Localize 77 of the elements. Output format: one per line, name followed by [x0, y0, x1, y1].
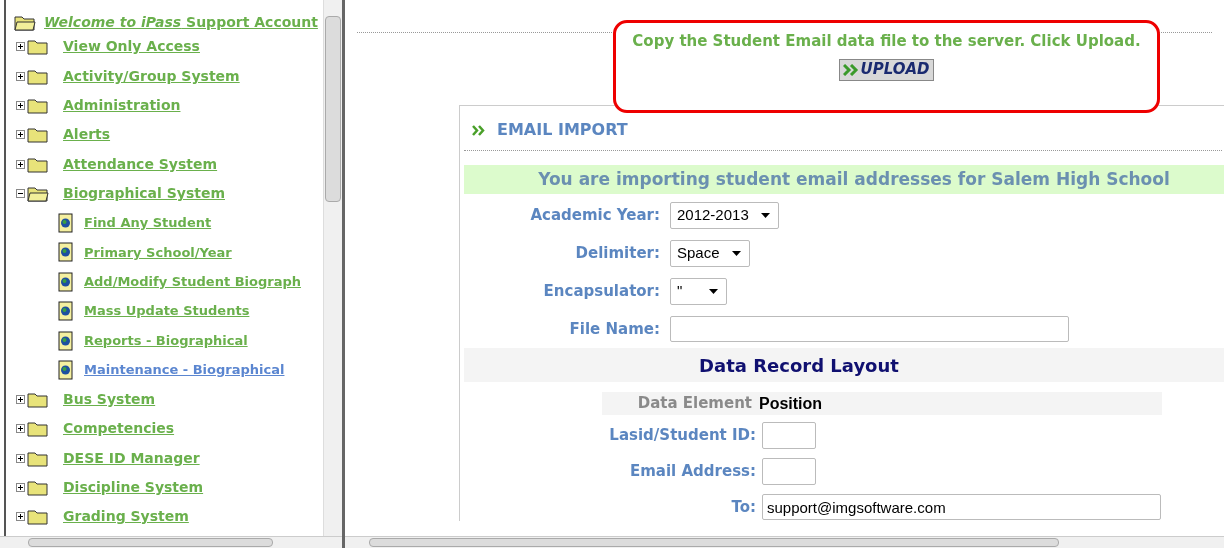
horizontal-scrollbar[interactable] [345, 536, 1224, 548]
vertical-scrollbar[interactable] [323, 0, 342, 536]
expand-icon[interactable] [16, 71, 25, 81]
file-name-field[interactable] [670, 316, 1069, 342]
collapse-icon[interactable] [16, 189, 25, 199]
folder-icon [27, 420, 49, 438]
expand-icon[interactable] [16, 130, 25, 140]
tree-folder-link[interactable]: Activity/Group System [63, 65, 240, 87]
expand-icon[interactable] [16, 100, 25, 110]
form-label: Encapsulator: [542, 280, 661, 302]
folder-icon [27, 67, 49, 85]
tree-page-link[interactable]: Primary School/Year [84, 242, 232, 263]
tree-folder-link[interactable]: DESE ID Manager [63, 447, 200, 469]
document-globe-icon [58, 271, 74, 292]
tree-page-link[interactable]: Reports - Biographical [84, 330, 248, 351]
open-folder-icon [27, 185, 49, 203]
tree-folder-link[interactable]: Alerts [63, 124, 111, 146]
tree-folder-link[interactable]: Bus System [63, 388, 156, 410]
dropdown-caret-icon [760, 212, 770, 218]
folder-icon [27, 479, 49, 497]
panel-title: EMAIL IMPORT [497, 119, 628, 141]
folder-icon [27, 38, 49, 56]
upload-button[interactable]: UPLOAD [839, 58, 934, 81]
scrollbar-thumb[interactable] [325, 16, 341, 202]
form-label: Lasid/Student ID: [608, 424, 757, 446]
expand-icon[interactable] [16, 159, 25, 169]
document-globe-icon [58, 360, 74, 380]
position-field[interactable] [762, 421, 816, 449]
upload-instruction: Copy the Student Email data file to the server. Click Upload. [632, 31, 1141, 52]
expand-icon[interactable] [16, 453, 25, 463]
email-to-field[interactable]: support@imgsoftware.com [762, 494, 1161, 520]
form-label: Delimiter: [574, 242, 661, 264]
form-label: Academic Year: [529, 204, 661, 226]
dropdown-caret-icon [709, 288, 718, 294]
tree-folder-link[interactable]: Discipline System [63, 477, 204, 499]
expand-icon[interactable] [16, 483, 25, 493]
tree-folder-link[interactable]: Competencies [63, 418, 175, 440]
open-folder-icon [14, 13, 36, 31]
form-label: File Name: [568, 318, 661, 340]
column-header: Data Element [636, 393, 753, 415]
tree-page-link[interactable]: Mass Update Students [84, 301, 250, 321]
welcome-link[interactable]: Welcome to iPass Support Account [44, 11, 318, 33]
double-chevron-icon [472, 124, 485, 136]
double-chevron-icon [843, 63, 861, 76]
tree-folder-link[interactable]: View Only Access [63, 36, 200, 58]
form-label: To: [730, 496, 757, 518]
tree-page-link[interactable]: Maintenance - Biographical [84, 360, 285, 380]
expand-icon[interactable] [16, 394, 25, 404]
dropdown-caret-icon [731, 250, 741, 256]
folder-icon [27, 155, 49, 173]
expand-icon[interactable] [16, 424, 25, 434]
dropdown[interactable]: " [670, 277, 727, 305]
folder-icon [27, 449, 49, 467]
dropdown[interactable]: 2012-2013 [670, 201, 779, 229]
tree-folder-link[interactable]: Grading System [63, 506, 189, 528]
tree-folder-link[interactable]: Administration [63, 94, 181, 116]
expand-icon[interactable] [16, 512, 25, 522]
layout-header: Data Record Layout [464, 348, 1224, 382]
tree-folder-link[interactable]: Attendance System [63, 153, 218, 175]
folder-icon [27, 508, 49, 526]
column-header: Position [758, 393, 823, 414]
tree-page-link[interactable]: Add/Modify Student Biograph [84, 272, 301, 292]
folder-icon [27, 96, 49, 114]
document-globe-icon [58, 301, 74, 322]
form-label: Email Address: [629, 460, 757, 482]
folder-icon [27, 390, 49, 408]
tree-folder-link[interactable]: Biographical System [63, 183, 225, 205]
document-globe-icon [58, 330, 74, 351]
document-globe-icon [58, 213, 74, 234]
school-banner: You are importing student email addresses for Salem High School [464, 165, 1224, 194]
folder-icon [27, 126, 49, 144]
dropdown[interactable]: Space [670, 239, 750, 267]
position-field[interactable] [762, 457, 816, 485]
document-globe-icon [58, 242, 74, 263]
tree-page-link[interactable]: Find Any Student [84, 213, 212, 233]
horizontal-scrollbar[interactable] [0, 536, 342, 548]
expand-icon[interactable] [16, 42, 25, 52]
